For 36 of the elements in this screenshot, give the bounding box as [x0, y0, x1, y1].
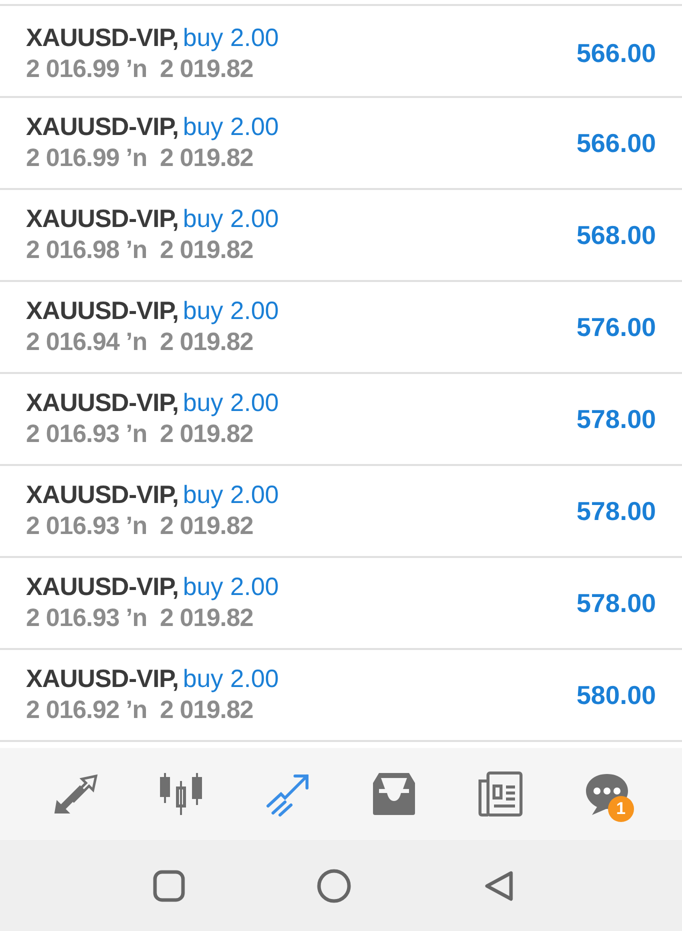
order-type: buy 2.00: [182, 665, 279, 693]
notification-badge: 1: [608, 796, 634, 822]
symbol: XAUUSD-VIP,: [26, 24, 178, 52]
order-type: buy 2.00: [182, 205, 279, 233]
nav-tab[interactable]: 1: [572, 764, 642, 824]
profit: 578.00: [576, 404, 656, 434]
order-type: buy 2.00: [182, 24, 279, 52]
price-range: 2 016.99 ʼn 2 019.82: [26, 54, 254, 84]
price-range: 2 016.93 ʼn 2 019.82: [26, 512, 254, 541]
symbol: XAUUSD-VIP,: [26, 113, 178, 141]
profit: 580.00: [576, 680, 656, 710]
profit: 576.00: [576, 312, 656, 342]
profit: 568.00: [576, 220, 656, 250]
profit: 566.00: [576, 38, 656, 69]
home-icon[interactable]: [316, 868, 352, 904]
price-range: 2 016.94 ʼn 2 019.82: [26, 328, 254, 357]
recent-apps-icon[interactable]: [152, 868, 186, 902]
symbol: XAUUSD-VIP,: [26, 297, 178, 325]
profit: 566.00: [576, 128, 656, 158]
symbol: XAUUSD-VIP,: [26, 389, 178, 417]
price-range: 2 016.92 ʼn 2 019.82: [26, 696, 254, 725]
order-type: buy 2.00: [182, 389, 279, 417]
order-type: buy 2.00: [182, 113, 279, 141]
price-range: 2 016.99 ʼn 2 019.82: [26, 144, 254, 173]
symbol: XAUUSD-VIP,: [26, 573, 178, 601]
price-range: 2 016.98 ʼn 2 019.82: [26, 236, 254, 265]
order-type: buy 2.00: [182, 297, 279, 325]
price-range: 2 016.93 ʼn 2 019.82: [26, 604, 254, 633]
symbol: XAUUSD-VIP,: [26, 481, 178, 509]
order-type: buy 2.00: [182, 481, 279, 509]
profit: 578.00: [576, 496, 656, 526]
price-range: 2 016.93 ʼn 2 019.82: [26, 420, 254, 449]
profit: 578.00: [576, 588, 656, 618]
symbol: XAUUSD-VIP,: [26, 665, 178, 693]
symbol: XAUUSD-VIP,: [26, 205, 178, 233]
order-type: buy 2.00: [182, 573, 279, 601]
